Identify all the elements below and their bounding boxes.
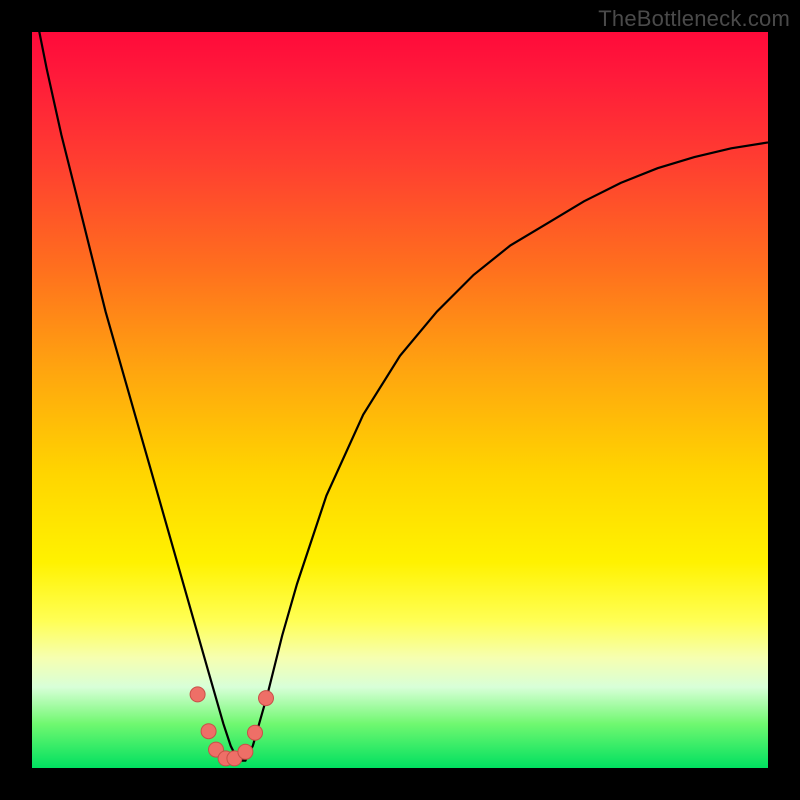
highlight-marker (248, 725, 263, 740)
chart-frame: TheBottleneck.com (0, 0, 800, 800)
highlight-marker (259, 691, 274, 706)
highlight-marker (190, 687, 205, 702)
watermark-text: TheBottleneck.com (598, 6, 790, 32)
curve-layer (32, 32, 768, 768)
highlight-markers (190, 687, 273, 766)
highlight-marker (238, 744, 253, 759)
highlight-marker (201, 724, 216, 739)
bottleneck-curve (32, 0, 768, 761)
